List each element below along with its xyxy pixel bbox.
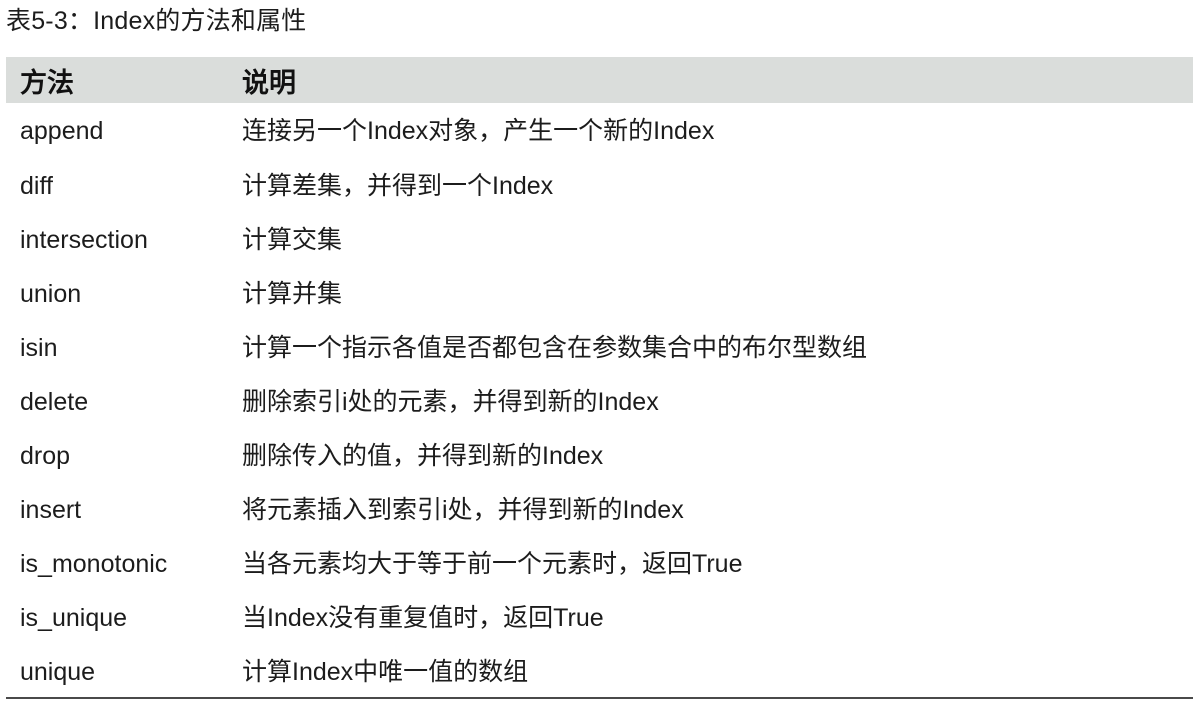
table-bottom-rule [6, 697, 1193, 699]
cell-description: 当各元素均大于等于前一个元素时，返回True [242, 550, 743, 578]
cell-description: 删除传入的值，并得到新的Index [242, 442, 604, 470]
cell-method: delete [20, 388, 89, 416]
table-header-row: 方法 说明 [6, 57, 1193, 103]
table-row: delete 删除索引i处的元素，并得到新的Index [6, 375, 1193, 429]
cell-method: is_monotonic [20, 550, 168, 578]
document-page: 表5-3：Index的方法和属性 方法 说明 append 连接另一个Index… [0, 0, 1200, 707]
table-row: append 连接另一个Index对象，产生一个新的Index [6, 103, 1193, 159]
cell-method: is_unique [20, 604, 128, 632]
table-row: is_unique 当Index没有重复值时，返回True [6, 591, 1193, 645]
table-row: is_monotonic 当各元素均大于等于前一个元素时，返回True [6, 537, 1193, 591]
index-methods-table-container: 方法 说明 append 连接另一个Index对象，产生一个新的Index di… [6, 57, 1193, 699]
cell-method: isin [20, 334, 58, 362]
cell-description: 将元素插入到索引i处，并得到新的Index [242, 496, 684, 524]
cell-method: intersection [20, 226, 148, 254]
table-row: unique 计算Index中唯一值的数组 [6, 645, 1193, 699]
table-row: insert 将元素插入到索引i处，并得到新的Index [6, 483, 1193, 537]
column-header-method: 方法 [20, 67, 74, 98]
cell-method: union [20, 280, 82, 308]
table-row: intersection 计算交集 [6, 213, 1193, 267]
cell-method: insert [20, 496, 82, 524]
cell-description: 计算Index中唯一值的数组 [242, 658, 529, 686]
table-body: append 连接另一个Index对象，产生一个新的Index diff 计算差… [6, 103, 1193, 699]
cell-description: 连接另一个Index对象，产生一个新的Index [242, 117, 715, 145]
cell-description: 删除索引i处的元素，并得到新的Index [242, 388, 659, 416]
cell-description: 计算交集 [242, 226, 343, 254]
cell-method: diff [20, 172, 53, 200]
column-header-description: 说明 [242, 67, 296, 98]
table-row: union 计算并集 [6, 267, 1193, 321]
cell-description: 当Index没有重复值时，返回True [242, 604, 604, 632]
table-row: isin 计算一个指示各值是否都包含在参数集合中的布尔型数组 [6, 321, 1193, 375]
cell-method: drop [20, 442, 71, 470]
cell-description: 计算并集 [242, 280, 343, 308]
cell-description: 计算差集，并得到一个Index [242, 172, 554, 200]
cell-method: unique [20, 658, 96, 686]
table-row: drop 删除传入的值，并得到新的Index [6, 429, 1193, 483]
index-methods-table: 方法 说明 append 连接另一个Index对象，产生一个新的Index di… [6, 57, 1193, 699]
cell-description: 计算一个指示各值是否都包含在参数集合中的布尔型数组 [242, 334, 868, 362]
table-caption: 表5-3：Index的方法和属性 [6, 7, 307, 35]
table-row: diff 计算差集，并得到一个Index [6, 159, 1193, 213]
cell-method: append [20, 117, 104, 145]
table-header: 方法 说明 [6, 57, 1193, 103]
